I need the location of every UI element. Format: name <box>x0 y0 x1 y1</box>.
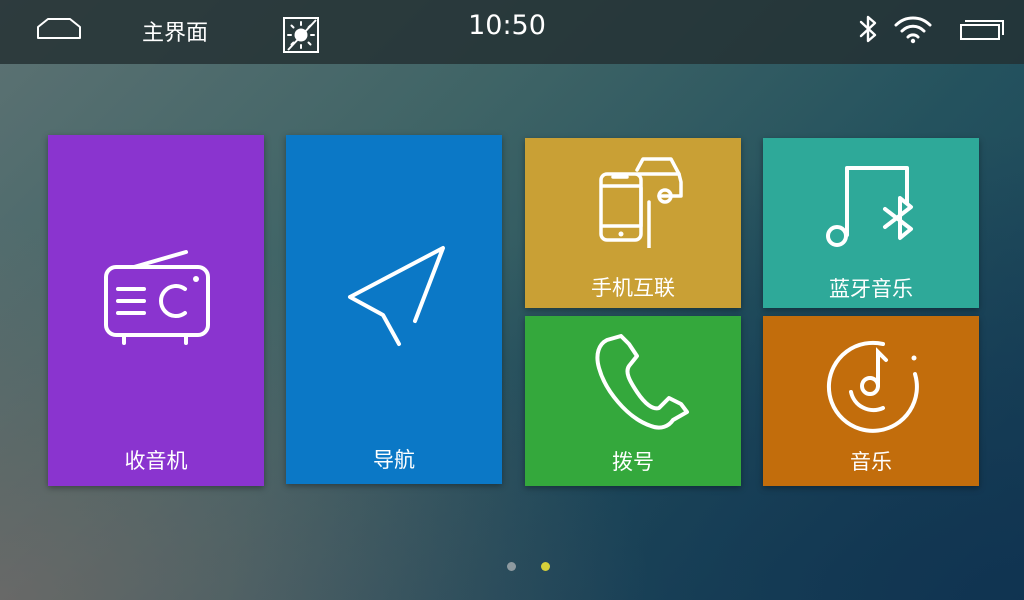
tile-music-label: 音乐 <box>850 450 892 474</box>
tile-navigation-label: 导航 <box>373 448 415 472</box>
tile-phone-link-label: 手机互联 <box>591 276 675 300</box>
navigation-arrow-icon <box>348 246 445 346</box>
tile-bluetooth-music-label: 蓝牙音乐 <box>829 277 913 301</box>
status-bar: 主界面 10:50 <box>0 0 1024 64</box>
tile-phone-link[interactable]: 手机互联 <box>525 138 741 308</box>
recent-apps-icon[interactable] <box>958 16 1006 42</box>
bluetooth-music-icon <box>826 166 913 247</box>
phone-car-link-icon <box>599 157 683 248</box>
tile-radio-label: 收音机 <box>124 449 188 473</box>
home-icon[interactable] <box>36 16 82 42</box>
radio-icon <box>104 250 210 345</box>
bluetooth-icon <box>859 15 877 43</box>
tile-dial[interactable]: 拨号 <box>525 316 741 486</box>
wifi-icon <box>894 16 932 44</box>
page-dot-2-active[interactable] <box>541 562 550 571</box>
tile-navigation[interactable]: 导航 <box>286 135 502 484</box>
clock: 10:50 <box>468 10 546 41</box>
page-indicator <box>500 560 560 574</box>
phone-handset-icon <box>595 334 689 430</box>
brightness-icon[interactable] <box>282 16 320 54</box>
tile-bluetooth-music[interactable]: 蓝牙音乐 <box>763 138 979 308</box>
tile-music[interactable]: 音乐 <box>763 316 979 486</box>
page-title: 主界面 <box>142 21 209 46</box>
tile-dial-label: 拨号 <box>612 450 654 474</box>
page-dot-1[interactable] <box>507 562 516 571</box>
music-disc-icon <box>826 340 919 433</box>
tile-radio[interactable]: 收音机 <box>48 135 264 486</box>
